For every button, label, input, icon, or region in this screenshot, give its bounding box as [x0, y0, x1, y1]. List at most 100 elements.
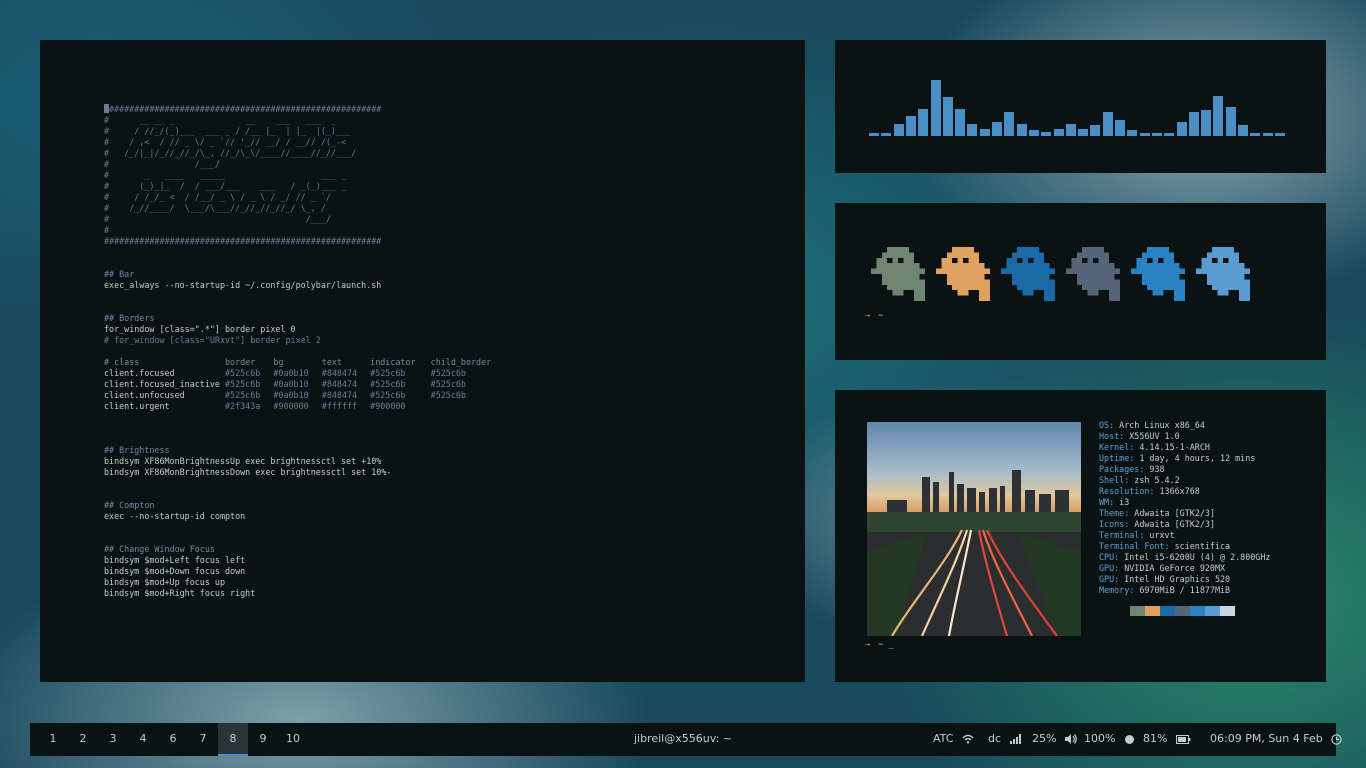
- info-value: 1366x768: [1154, 486, 1200, 496]
- section-header: ## Borders: [104, 313, 155, 323]
- info-line: Resolution: 1366x768: [1099, 486, 1270, 497]
- visualizer-bar: [1238, 124, 1248, 136]
- table-cell: bg: [273, 357, 284, 367]
- config-line: for_window [class=".*"] border pixel 0: [104, 324, 296, 334]
- info-key: Memory:: [1099, 585, 1135, 595]
- visualizer-bar: [1225, 106, 1236, 136]
- ghost-sprite: [936, 247, 990, 301]
- info-key: Packages:: [1099, 464, 1145, 474]
- config-line: exec --no-startup-id compton: [104, 511, 246, 521]
- terminal-window-main[interactable]: ########################################…: [40, 40, 805, 682]
- color-table-row: client.focused #525c6b #0a0b10 #848474 #525c…: [104, 368, 503, 379]
- color-swatch: [1130, 606, 1145, 616]
- info-line: Uptime: 1 day, 4 hours, 12 mins: [1099, 453, 1270, 464]
- ghost-sprite: [1001, 247, 1055, 301]
- info-value: Adwaita [GTK2/3]: [1129, 508, 1215, 518]
- table-cell: #848474: [321, 379, 358, 389]
- visualizer-bar: [1065, 123, 1076, 136]
- info-value: 6970MiB / 11877MiB: [1134, 585, 1231, 595]
- color-swatch: [1205, 606, 1220, 616]
- color-table-row: client.unfocused #525c6b #0a0b10 #848474 #52…: [104, 390, 503, 401]
- audio-visualizer-window[interactable]: [835, 40, 1326, 173]
- color-swatch: [1160, 606, 1175, 616]
- table-cell: #525c6b: [370, 368, 406, 378]
- info-line: Memory: 6970MiB / 11877MiB: [1099, 585, 1270, 596]
- color-table-row: # class border bg text indicator child_border: [104, 357, 503, 368]
- shell-prompt: → ~: [865, 311, 883, 321]
- visualizer-bar: [1164, 133, 1175, 136]
- signal-icon: [1009, 734, 1021, 744]
- visualizer-bar: [1201, 109, 1212, 136]
- config-line: exec_always --no-startup-id ~/.config/po…: [104, 280, 382, 290]
- color-swatch: [1115, 606, 1130, 616]
- visualizer-bar: [918, 109, 929, 136]
- ascii-art-line: # / //_/(_)___ ___ _ / /__ |_ | |_ |(_)_…: [104, 126, 377, 136]
- ascii-art-line: # /___/: [104, 214, 382, 224]
- visualizer-bar: [1090, 124, 1101, 136]
- info-key: Uptime:: [1099, 453, 1135, 463]
- visualizer-bar: [1176, 122, 1187, 136]
- visualizer-bar: [881, 133, 892, 136]
- ascii-art-line: # (_)_|_ / / ___/___ ___ / _(_)___ _: [104, 181, 377, 191]
- info-value: Arch Linux x86_64: [1114, 420, 1205, 430]
- clock-module[interactable]: 06:09 PM, Sun 4 Feb: [1210, 723, 1342, 754]
- section-header: ## Change Window Focus: [104, 544, 215, 554]
- info-line: GPU: Intel HD Graphics 520: [1099, 574, 1270, 585]
- ascii-art-line: ########################################…: [104, 104, 503, 115]
- battery-icon: [1175, 734, 1191, 744]
- visualizer-bar: [930, 80, 941, 136]
- info-value: 938: [1144, 464, 1165, 474]
- terminal-window-ghosts[interactable]: → ~: [835, 203, 1326, 360]
- window-title: jibreil@x556uv: ~: [633, 732, 733, 745]
- config-line: bindsym $mod+Up focus up: [104, 577, 226, 587]
- visualizer-bar: [1016, 123, 1027, 136]
- info-key: Icons:: [1099, 519, 1130, 529]
- table-cell: #525c6b: [225, 379, 261, 389]
- table-cell: client.focused: [104, 368, 175, 378]
- visualizer-bar: [1041, 131, 1052, 136]
- color-swatch: [1190, 606, 1205, 616]
- visualizer-bar: [979, 129, 990, 136]
- color-swatch: [1220, 606, 1235, 616]
- table-cell: client.unfocused: [104, 390, 185, 400]
- info-line: OS: Arch Linux x86_64: [1099, 420, 1270, 431]
- terminal-window-neofetch[interactable]: OS: Arch Linux x86_64 Host: X556UV 1.0 Ker…: [835, 390, 1326, 682]
- info-line: GPU: NVIDIA GeForce 920MX: [1099, 563, 1270, 574]
- network-module[interactable]: dc: [988, 723, 1022, 754]
- table-cell: #900000: [273, 401, 309, 411]
- table-cell: #525c6b: [430, 390, 466, 400]
- config-line: bindsym XF86MonBrightnessDown exec brigh…: [104, 467, 392, 477]
- info-line: WM: i3: [1099, 497, 1270, 508]
- color-table-row: client.urgent #2f343a #900000 #ffffff #90000…: [104, 401, 503, 412]
- ghost-sprite: [1066, 247, 1120, 301]
- config-line: bindsym $mod+Left focus left: [104, 555, 246, 565]
- info-line: Theme: Adwaita [GTK2/3]: [1099, 508, 1270, 519]
- battery-module[interactable]: 81%: [1143, 723, 1191, 754]
- info-value: NVIDIA GeForce 920MX: [1119, 563, 1226, 573]
- ghost-sprite: [1196, 247, 1250, 301]
- table-cell: #900000: [370, 401, 406, 411]
- visualizer-bar: [1102, 112, 1113, 136]
- info-key: Terminal Font:: [1099, 541, 1170, 551]
- table-cell: #848474: [321, 368, 358, 378]
- table-cell: #525c6b: [430, 379, 466, 389]
- visualizer-bar: [869, 133, 879, 136]
- table-cell: #ffffff: [321, 401, 358, 411]
- brightness-module[interactable]: 100%: [1084, 723, 1135, 754]
- date-time: 06:09 PM, Sun 4 Feb: [1210, 732, 1323, 745]
- visualizer-bar: [1053, 129, 1064, 136]
- table-cell: border: [225, 357, 256, 367]
- info-value: X556UV 1.0: [1124, 431, 1180, 441]
- volume-module[interactable]: 25%: [1032, 723, 1077, 754]
- table-cell: #525c6b: [370, 379, 406, 389]
- visualizer-bar: [905, 116, 916, 136]
- wifi-module[interactable]: ATC: [933, 723, 974, 754]
- info-line: Shell: zsh 5.4.2: [1099, 475, 1270, 486]
- battery-level: 81%: [1143, 732, 1168, 745]
